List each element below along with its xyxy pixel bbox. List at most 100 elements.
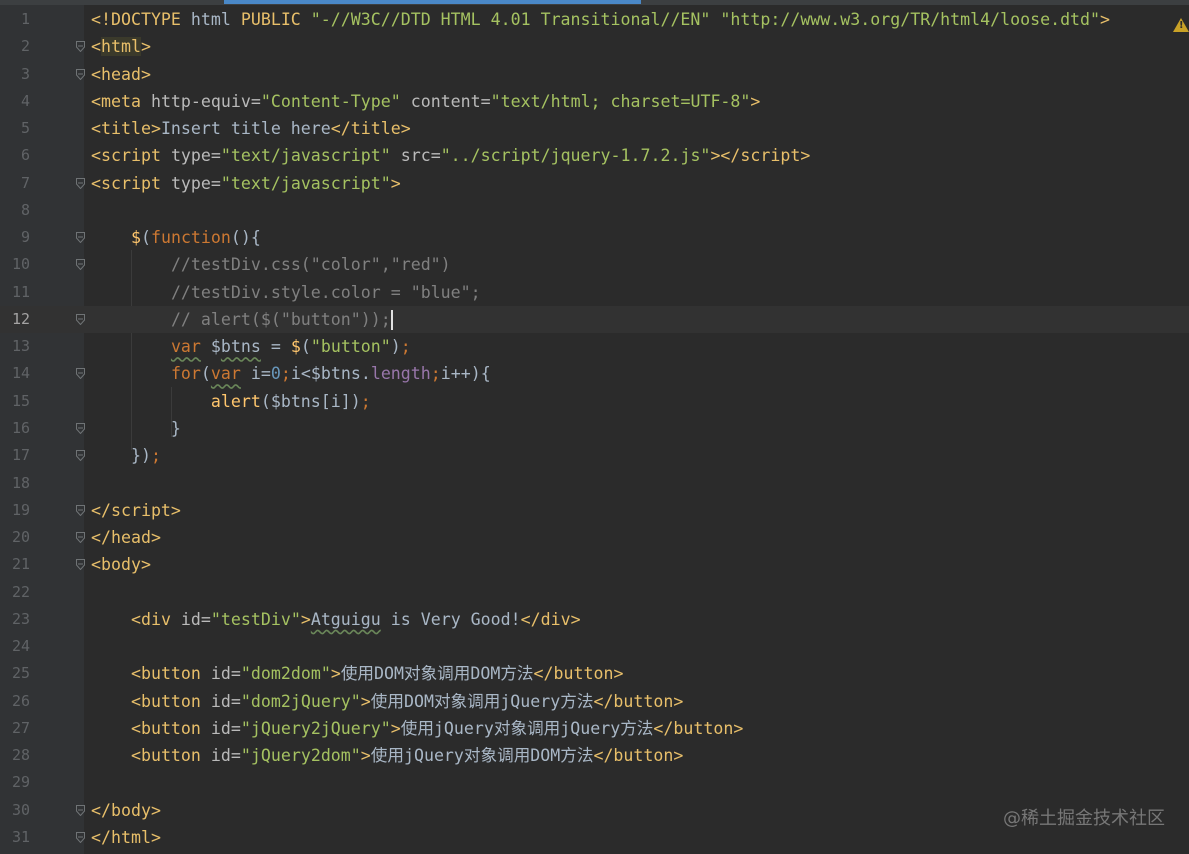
code-token: ( [140,228,151,248]
line-number: 27 [11,718,30,737]
code-token: = [260,337,291,357]
code-line[interactable]: 18 [0,470,1189,497]
code-token: "testDiv" [210,609,301,629]
code-text: //testDiv.style.color = "blue"; [91,279,481,306]
line-number: 18 [11,473,30,492]
line-number: 1 [20,10,30,28]
fold-marker-icon[interactable] [76,504,85,516]
code-token: > [390,718,401,738]
line-number: 3 [20,64,30,83]
code-text: </html> [91,824,161,851]
fold-marker-icon[interactable] [76,559,85,571]
code-text: <!DOCTYPE html PUBLIC "-//W3C//DTD HTML … [91,6,1110,33]
code-token: id= [210,718,241,738]
fold-marker-icon[interactable] [76,41,85,53]
code-line[interactable]: 19 </script> [0,497,1189,524]
code-line[interactable]: 23 <div id="testDiv">Atguigu is Very Goo… [0,606,1189,633]
warning-icon[interactable]: ! [1173,18,1189,32]
code-line[interactable]: 4 <meta http-equiv="Content-Type" content… [0,88,1189,115]
code-line[interactable]: 17 }); [0,442,1189,469]
code-token: $ [200,337,221,357]
fold-marker-icon[interactable] [76,259,85,271]
code-token: </script> [91,500,181,520]
code-line[interactable]: 25 <button id="dom2dom">使用DOM对象调用DOM方法</… [0,660,1189,687]
code-text: <button id="dom2dom">使用DOM对象调用DOM方法</but… [91,660,623,687]
line-number: 21 [11,555,30,574]
fold-marker-icon[interactable] [76,313,85,325]
line-number: 28 [11,746,30,765]
code-token: <button [130,718,211,738]
fold-marker-icon[interactable] [76,804,85,816]
code-line[interactable]: 16 } [0,415,1189,442]
code-text: } [91,415,181,442]
code-line[interactable]: 26 <button id="dom2jQuery">使用DOM对象调用jQue… [0,688,1189,715]
code-line[interactable]: 8 [0,197,1189,224]
code-text: <meta http-equiv="Content-Type" content=… [91,88,760,115]
fold-marker-icon[interactable] [76,532,85,544]
code-line[interactable]: 13 var $btns = $("button"); [0,333,1189,360]
code-token: id= [210,664,241,684]
fold-marker-icon[interactable] [76,422,85,434]
code-token: Insert title here [160,119,331,139]
code-token: $ [290,337,301,357]
code-token: <script [91,173,171,193]
fold-marker-icon[interactable] [76,232,85,244]
fold-marker-icon[interactable] [76,450,85,462]
code-line[interactable]: 5 <title>Insert title here</title> [0,115,1189,142]
code-line[interactable]: 6 <script type="text/javascript" src="../… [0,142,1189,169]
code-token: </button> [593,746,684,766]
code-text: <title>Insert title here</title> [91,115,411,142]
code-line[interactable]: 7 <script type="text/javascript"> [0,170,1189,197]
fold-marker-icon[interactable] [76,831,85,843]
code-line[interactable]: 12 // alert($("button")); [0,305,1189,334]
code-line[interactable]: 10 //testDiv.css("color","red") [0,251,1189,278]
code-token: > [140,37,151,57]
line-number: 2 [20,37,30,56]
code-token: i= [240,364,271,384]
code-token: html [101,37,141,57]
code-line[interactable]: 24 [0,633,1189,660]
code-text: }); [91,442,161,469]
code-text: <script type="text/javascript" src="../s… [91,142,810,169]
code-line[interactable]: 2 <html> [0,33,1189,60]
code-text: <html> [91,33,151,60]
code-token: PUBLIC [240,10,311,29]
code-token: ></script> [710,146,811,166]
code-token: 0 [270,364,281,384]
code-line[interactable]: 14 for(var i=0;i<$btns.length;i++){ [0,360,1189,387]
code-token: </div> [520,609,581,629]
code-token: "text/javascript" [220,173,391,193]
code-text: <button id="jQuery2jQuery">使用jQuery对象调用j… [91,715,743,742]
code-line[interactable]: 22 [0,579,1189,606]
code-token: } [91,418,181,438]
code-line[interactable]: 15 alert($btns[i]); [0,388,1189,415]
code-line[interactable]: 29 [0,769,1189,796]
active-tab-indicator[interactable] [224,0,641,4]
code-token: alert [210,391,261,411]
text-caret [390,310,393,331]
fold-marker-icon[interactable] [76,177,85,189]
code-line[interactable]: 20 </head> [0,524,1189,551]
code-token: type= [170,173,221,193]
code-line[interactable]: 27 <button id="jQuery2jQuery">使用jQuery对象… [0,715,1189,742]
code-token: 使用DOM对象调用DOM方法 [340,664,534,684]
code-line[interactable]: 11 //testDiv.style.color = "blue"; [0,279,1189,306]
code-token: Atguigu [310,609,381,629]
fold-marker-icon[interactable] [76,368,85,380]
code-line[interactable]: 21 <body> [0,551,1189,578]
line-number: 24 [11,637,30,656]
code-line[interactable]: 9 $(function(){ [0,224,1189,251]
code-token: <button [130,746,211,766]
code-token: ; [360,391,371,411]
code-token: 使用jQuery对象调用DOM方法 [370,746,594,766]
fold-marker-icon[interactable] [76,68,85,80]
code-line[interactable]: 3 <head> [0,61,1189,88]
code-editor[interactable]: 1 <!DOCTYPE html PUBLIC "-//W3C//DTD HTML… [0,6,1189,851]
code-token: "button" [310,337,391,357]
code-line[interactable]: 1 <!DOCTYPE html PUBLIC "-//W3C//DTD HTML… [0,6,1189,33]
code-token: "-//W3C//DTD HTML 4.01 Transitional//EN"… [310,10,1101,29]
code-line[interactable]: 28 <button id="jQuery2dom">使用jQuery对象调用D… [0,742,1189,769]
